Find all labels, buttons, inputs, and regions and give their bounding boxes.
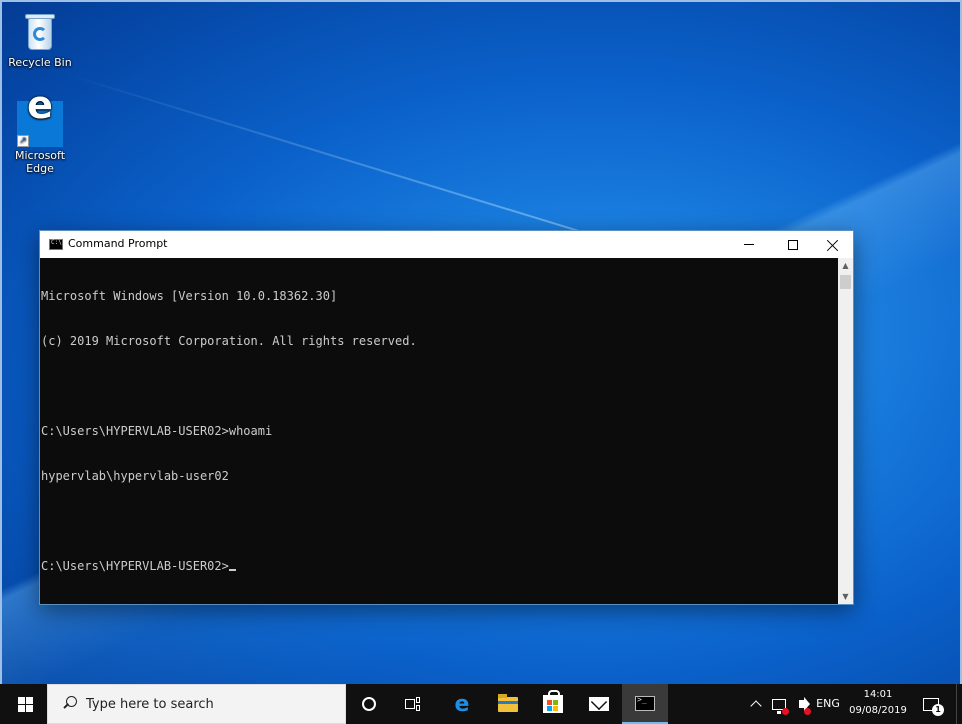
show-desktop-button[interactable] xyxy=(956,684,962,724)
clock-time: 14:01 xyxy=(863,689,893,700)
speaker-muted-badge xyxy=(804,708,811,715)
cmd-icon xyxy=(49,239,63,250)
maximize-icon xyxy=(788,239,798,250)
recycle-bin-icon xyxy=(20,10,60,54)
store-icon xyxy=(543,690,563,713)
minimize-icon xyxy=(744,244,754,245)
notification-count-badge: 1 xyxy=(932,703,944,716)
taskbar: Type here to search e >_ ENG 14:01 09/08… xyxy=(0,684,962,724)
scrollbar-thumb[interactable] xyxy=(840,275,851,289)
console-line: C:\Users\HYPERVLAB-USER02>whoami xyxy=(41,424,273,438)
taskbar-clock[interactable]: 14:01 09/08/2019 xyxy=(836,687,920,719)
taskbar-store-button[interactable] xyxy=(531,684,575,724)
task-view-icon xyxy=(405,697,421,711)
search-icon xyxy=(60,694,80,714)
taskbar-edge-button[interactable]: e xyxy=(440,684,484,724)
mail-icon xyxy=(589,697,609,711)
action-center-button[interactable]: 1 xyxy=(916,684,946,724)
console-line: (c) 2019 Microsoft Corporation. All righ… xyxy=(41,334,417,348)
maximize-button[interactable] xyxy=(771,231,815,258)
clock-date: 09/08/2019 xyxy=(849,705,907,716)
scroll-down-arrow-icon[interactable]: ▼ xyxy=(838,589,853,604)
window-title: Command Prompt xyxy=(68,237,168,250)
windows-logo-icon xyxy=(17,696,33,712)
edge-icon: e xyxy=(454,691,470,717)
window-titlebar[interactable]: Command Prompt xyxy=(40,231,853,258)
volume-button[interactable] xyxy=(791,684,813,724)
cortana-button[interactable] xyxy=(350,684,388,724)
taskbar-search-box[interactable]: Type here to search xyxy=(47,684,346,724)
desktop-icon-microsoft-edge[interactable]: e ↗ Microsoft Edge xyxy=(5,86,75,175)
desktop-icon-label: Recycle Bin xyxy=(8,56,72,69)
console-prompt-line: C:\Users\HYPERVLAB-USER02> xyxy=(41,559,838,574)
start-button[interactable] xyxy=(4,684,46,724)
cortana-icon xyxy=(362,697,376,711)
desktop-icon-label-line2: Edge xyxy=(26,162,54,175)
console-line: hypervlab\hypervlab-user02 xyxy=(41,469,229,483)
speaker-icon xyxy=(799,697,810,711)
scroll-up-arrow-icon[interactable]: ▲ xyxy=(838,258,853,273)
shortcut-arrow-icon: ↗ xyxy=(17,135,29,147)
show-hidden-icons-button[interactable] xyxy=(746,684,766,724)
desktop-icon-recycle-bin[interactable]: Recycle Bin xyxy=(5,10,75,69)
network-error-badge xyxy=(782,708,789,715)
close-button[interactable] xyxy=(811,231,855,258)
console-output[interactable]: Microsoft Windows [Version 10.0.18362.30… xyxy=(40,258,838,604)
minimize-button[interactable] xyxy=(727,231,771,258)
console-prompt: C:\Users\HYPERVLAB-USER02> xyxy=(41,559,229,573)
desktop-icon-label-line1: Microsoft xyxy=(14,149,66,162)
taskbar-command-prompt-button[interactable] xyxy=(622,684,668,724)
file-explorer-icon xyxy=(498,693,518,712)
chevron-up-icon xyxy=(750,700,762,712)
notification-icon: 1 xyxy=(923,697,944,716)
close-icon xyxy=(827,239,839,251)
vertical-scrollbar[interactable]: ▲ ▼ xyxy=(838,258,853,604)
search-placeholder: Type here to search xyxy=(86,696,214,712)
desktop[interactable]: Recycle Bin e ↗ Microsoft Edge Command P… xyxy=(0,0,962,684)
task-view-button[interactable] xyxy=(393,684,433,724)
cmd-icon xyxy=(635,695,655,711)
wallpaper-light-beam xyxy=(61,72,656,256)
text-cursor xyxy=(228,569,236,571)
network-button[interactable] xyxy=(768,684,790,724)
console-line: Microsoft Windows [Version 10.0.18362.30… xyxy=(41,289,338,303)
taskbar-mail-button[interactable] xyxy=(577,684,621,724)
edge-icon: e ↗ xyxy=(17,86,63,147)
command-prompt-window[interactable]: Command Prompt Microsoft Windows [Versio… xyxy=(39,230,854,605)
taskbar-file-explorer-button[interactable] xyxy=(486,684,530,724)
